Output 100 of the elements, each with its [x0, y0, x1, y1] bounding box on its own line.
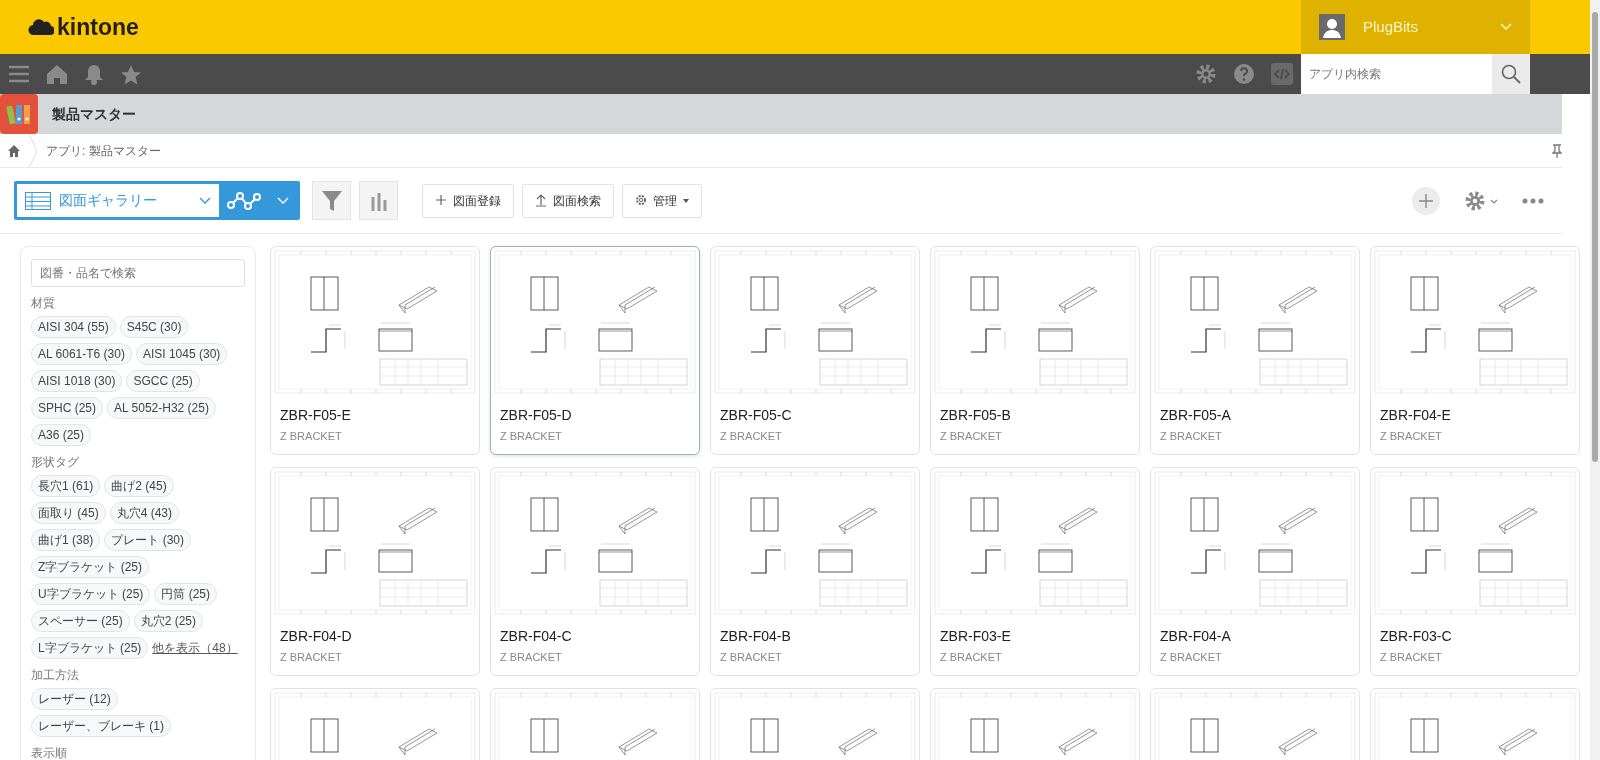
- filter-tag[interactable]: A36 (25): [31, 424, 92, 446]
- toolbar-button[interactable]: 図面登録: [422, 183, 514, 218]
- part-name: Z BRACKET: [279, 429, 343, 444]
- pin-icon[interactable]: [1552, 143, 1562, 158]
- search-field[interactable]: 図番・品名で検索: [31, 259, 245, 287]
- settings-icon[interactable]: [1195, 63, 1217, 85]
- drawing-card[interactable]: ZBR-F04-D Z BRACKET: [270, 467, 480, 676]
- app-title: 製品マスター: [51, 104, 136, 124]
- drawing-card[interactable]: ZBR-F04-A Z BRACKET: [1150, 467, 1360, 676]
- help-icon[interactable]: [1233, 63, 1255, 85]
- drawing-card[interactable]: ZBR-F04-C Z BRACKET: [490, 467, 700, 676]
- part-number: ZBR-F05-A: [1159, 406, 1232, 424]
- part-number: ZBR-F05-B: [939, 406, 1012, 424]
- search-icon: [1501, 64, 1521, 84]
- part-name: Z BRACKET: [1379, 429, 1443, 444]
- show-more-link[interactable]: 他を表示（48）: [152, 639, 238, 657]
- filter-tag[interactable]: AISI 1018 (30): [31, 370, 123, 392]
- filter-tag[interactable]: 円筒 (25): [154, 583, 218, 605]
- code-icon[interactable]: [1271, 63, 1293, 85]
- part-number: ZBR-F05-D: [499, 406, 573, 424]
- table-icon: [25, 191, 51, 210]
- part-name: Z BRACKET: [1379, 650, 1443, 665]
- filter-tag[interactable]: AL 5052-H32 (25): [107, 397, 216, 419]
- part-name: Z BRACKET: [279, 650, 343, 665]
- filter-tag[interactable]: U字ブラケット (25): [31, 583, 151, 605]
- filter-tag[interactable]: SGCC (25): [126, 370, 200, 392]
- home-icon[interactable]: [8, 144, 20, 157]
- filter-tag[interactable]: スペーサー (25): [31, 610, 130, 632]
- filter-tag[interactable]: AL 6061-T6 (30): [31, 343, 132, 365]
- drawing-card[interactable]: ZBR-F05-B Z BRACKET: [930, 246, 1140, 455]
- scrollbar[interactable]: [1590, 0, 1600, 760]
- filter-tag[interactable]: AISI 304 (55): [31, 316, 116, 338]
- part-name: Z BRACKET: [499, 429, 563, 444]
- filter-heading: 形状タグ: [31, 454, 80, 471]
- filter-tag[interactable]: L字ブラケット (25): [31, 637, 149, 659]
- drawing-card[interactable]: ZBR-F05-D Z BRACKET: [490, 246, 700, 455]
- breadcrumb-link[interactable]: アプリ: 製品マスター: [38, 141, 1552, 160]
- chevron-down-icon: [199, 196, 211, 205]
- line-graph-icon: [227, 190, 261, 211]
- more-options-icon[interactable]: [1522, 197, 1544, 204]
- funnel-icon: [320, 188, 343, 213]
- settings-icon: [635, 194, 647, 207]
- filter-tag[interactable]: 丸穴2 (25): [133, 610, 204, 632]
- filter-heading: 加工方法: [31, 667, 80, 684]
- search-field[interactable]: アプリ内検索: [1301, 54, 1492, 94]
- toolbar-button[interactable]: 管理: [622, 183, 702, 218]
- drawing-card[interactable]: ZBR-F05-E Z BRACKET: [270, 246, 480, 455]
- toolbar-button[interactable]: 図面検索: [522, 183, 614, 218]
- drawing-card[interactable]: ZBR-F05-C Z BRACKET: [710, 246, 920, 455]
- filter-heading: 材質: [31, 295, 56, 312]
- search-button[interactable]: [1492, 54, 1530, 94]
- plus-icon: [435, 194, 447, 207]
- filter-tag[interactable]: プレート (30): [104, 529, 192, 551]
- filter-tag[interactable]: 曲げ2 (45): [104, 475, 174, 497]
- part-name: Z BRACKET: [719, 650, 783, 665]
- filter-tag[interactable]: 丸穴4 (43): [109, 502, 180, 524]
- drawing-card[interactable]: ZBR-F03-C Z BRACKET: [1370, 467, 1580, 676]
- bar-chart-icon: [369, 190, 388, 211]
- menu-icon[interactable]: [8, 65, 30, 83]
- brand-name: kintone: [57, 12, 139, 42]
- filter-tag[interactable]: 曲げ1 (38): [31, 529, 101, 551]
- chart-button[interactable]: [359, 181, 398, 220]
- part-number: ZBR-F05-C: [719, 406, 793, 424]
- filter-tag[interactable]: 長穴1 (61): [31, 475, 101, 497]
- filter-tag[interactable]: レーザー、ブレーキ (1): [31, 715, 171, 737]
- caret-down-icon: [683, 198, 689, 203]
- star-icon[interactable]: [120, 63, 142, 85]
- add-record-button[interactable]: [1412, 186, 1440, 215]
- chevron-down-icon: [277, 196, 289, 205]
- user-name: PlugBits: [1363, 16, 1420, 37]
- part-number: ZBR-F03-C: [1379, 627, 1453, 645]
- drawing-card[interactable]: ZBR-F04-B Z BRACKET: [710, 467, 920, 676]
- filter-heading: 表示順: [31, 745, 68, 760]
- part-number: ZBR-F05-E: [279, 406, 352, 424]
- home-icon[interactable]: [46, 64, 68, 84]
- view-name: 図面ギャラリー: [59, 191, 158, 210]
- drawing-card[interactable]: ZBR-F05-A Z BRACKET: [1150, 246, 1360, 455]
- part-name: Z BRACKET: [499, 650, 563, 665]
- filter-tag[interactable]: Z字ブラケット (25): [31, 556, 149, 578]
- part-name: Z BRACKET: [1159, 429, 1223, 444]
- drawing-card[interactable]: ZBR-F04-E Z BRACKET: [1370, 246, 1580, 455]
- settings-menu-icon[interactable]: [1464, 189, 1498, 212]
- binders-drawing: [6, 102, 32, 126]
- filter-tag[interactable]: S45C (30): [119, 316, 189, 338]
- drawing-card[interactable]: ZBR-F03-E Z BRACKET: [930, 467, 1140, 676]
- part-number: ZBR-F04-A: [1159, 627, 1232, 645]
- filter-tag[interactable]: SPHC (25): [31, 397, 103, 419]
- filter-tag[interactable]: 面取り (45): [31, 502, 106, 524]
- part-number: ZBR-F04-D: [279, 627, 353, 645]
- filter-tag[interactable]: AISI 1045 (30): [135, 343, 228, 365]
- part-name: Z BRACKET: [1159, 650, 1223, 665]
- part-name: Z BRACKET: [939, 650, 1003, 665]
- cloud-logo-icon: [28, 18, 54, 36]
- user-avatar-icon: [1319, 14, 1345, 40]
- chevron-down-icon: [1500, 23, 1512, 31]
- filter-button[interactable]: [312, 181, 351, 220]
- part-number: ZBR-F03-E: [939, 627, 1012, 645]
- bell-icon[interactable]: [84, 63, 104, 85]
- filter-tag[interactable]: レーザー (12): [31, 688, 118, 710]
- upload-icon: [535, 194, 547, 207]
